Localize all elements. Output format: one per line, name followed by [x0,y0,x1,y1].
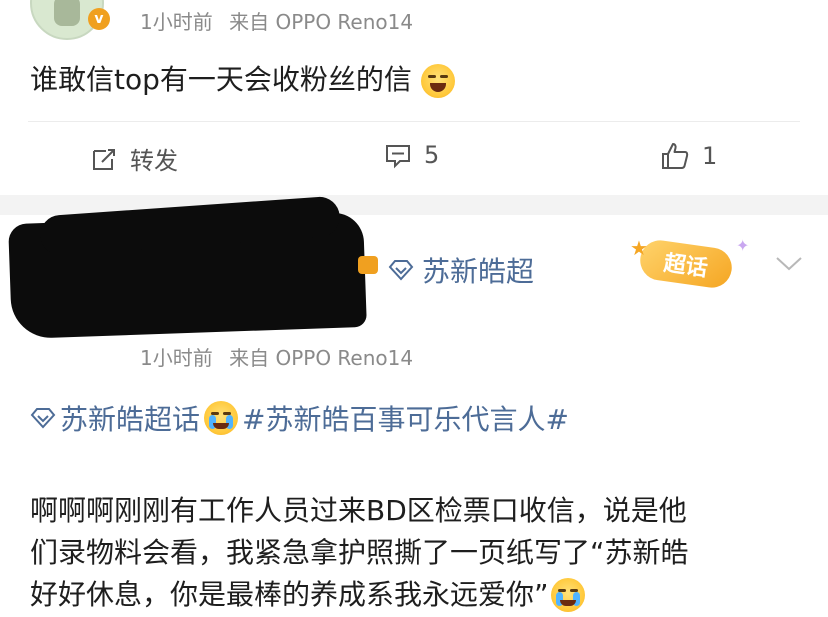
post2-body-line: 们录物料会看，我紧急拿护照撕了一页纸写了“苏新皓 [30,536,689,569]
supertopic-link[interactable]: 苏新皓超话 [60,398,200,438]
thumbs-up-icon [662,143,689,169]
chevron-down-icon[interactable] [775,256,803,272]
post2-body: 啊啊啊刚刚有工作人员过来BD区检票口收信，说是他 们录物料会看，我紧急拿护照撕了… [30,490,689,616]
post2-topic-row: 苏新皓超话 #苏新皓百事可乐代言人# [30,398,569,438]
supertopic-badge[interactable]: 超话 [637,237,735,291]
comment-icon [386,145,410,169]
post2-body-line: 啊啊啊刚刚有工作人员过来BD区检票口收信，说是他 [30,494,687,527]
comment-count: 5 [424,141,440,169]
supertopic-tag[interactable]: 苏新皓超 [388,250,534,290]
post2-body-line: 好好休息，你是最棒的养成系我永远爱你” [30,578,549,611]
supertopic-badge-text: 超话 [662,251,710,282]
post2-time: 1小时前 [140,346,213,370]
post2-meta: 1小时前 来自 OPPO Reno14 [140,342,413,371]
crying-emoji [550,578,585,612]
repost-icon [93,148,115,170]
post2-body-last-row: 好好休息，你是最棒的养成系我永远爱你” [30,574,689,616]
like-button[interactable]: 1 [660,141,717,171]
post1-meta: 1小时前 来自 OPPO Reno14 [140,6,413,35]
star-icon: ★ [630,236,648,260]
verified-badge: v [88,8,110,30]
comment-button[interactable]: 5 [384,141,439,169]
diamond-icon [388,260,414,281]
diamond-icon [30,408,56,429]
repost-button[interactable]: 转发 [90,141,178,176]
post1-text-row: 谁敢信top有一天会收粉丝的信 [30,58,455,98]
post2-source: 来自 OPPO Reno14 [229,346,414,370]
laugh-cry-emoji [420,64,455,98]
post1-time: 1小时前 [140,10,213,34]
crying-emoji [204,401,239,435]
hashtag-link[interactable]: #苏新皓百事可乐代言人# [242,398,569,438]
sparkle-icon: ✦ [736,236,750,255]
repost-label: 转发 [130,147,178,175]
fan-level-icon [358,256,378,274]
post1-text: 谁敢信top有一天会收粉丝的信 [30,63,412,96]
like-count: 1 [702,142,718,170]
post1-divider [28,121,800,122]
avatar-figure [54,0,80,26]
post1-source: 来自 OPPO Reno14 [229,10,414,34]
supertopic-tag-text: 苏新皓超 [422,255,535,288]
